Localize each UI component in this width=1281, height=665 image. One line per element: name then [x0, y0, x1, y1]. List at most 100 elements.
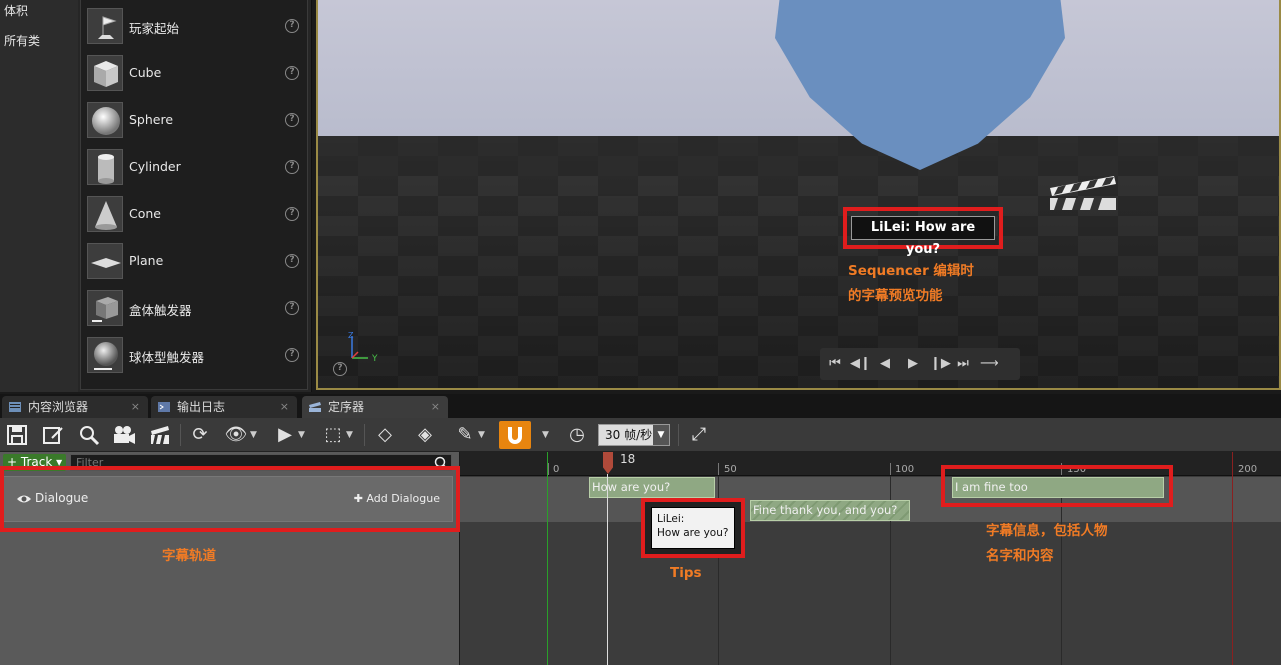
asset-sphere[interactable]: Sphere ? [81, 98, 307, 145]
asset-list: 玩家起始 ? Cube ? Sphere ? Cylinder ? Cone ?… [80, 0, 308, 390]
search-icon[interactable] [76, 422, 102, 448]
tab-content-browser[interactable]: 内容浏览器 × [2, 396, 148, 418]
chevron-down-icon[interactable]: ▼ [346, 422, 356, 448]
section-highlight-box [941, 465, 1173, 507]
save-as-icon[interactable] [40, 422, 66, 448]
render-movie-icon[interactable] [147, 422, 173, 448]
grid-line [718, 452, 719, 665]
playback-start-line [547, 452, 548, 665]
visibility-icon[interactable]: 👁 [223, 422, 249, 448]
clock-icon[interactable]: ◷ [564, 422, 590, 448]
tooltip-line-2: How are you? [657, 527, 729, 539]
toolbar-separator [180, 424, 181, 446]
asset-label: 球体型触发器 [129, 350, 205, 365]
axis-gizmo: Z Y [346, 330, 386, 366]
step-back-icon[interactable]: ◀❙ [850, 356, 871, 372]
transport-controls: ⏮ ◀❙ ◀ ▶ ❙▶ ⏭ ⟶ [820, 348, 1020, 380]
dialogue-section[interactable]: Fine thank you, and you? [750, 500, 910, 521]
playhead-line [607, 474, 608, 665]
tooltip-line-1: LiLei: [657, 513, 685, 525]
tab-output-log[interactable]: 输出日志 × [151, 396, 297, 418]
save-icon[interactable] [4, 422, 30, 448]
curve-editor-icon[interactable]: ⤢ [686, 422, 712, 448]
tick-label: 100 [895, 464, 915, 475]
chevron-down-icon[interactable]: ▼ [478, 422, 488, 448]
help-icon[interactable]: ? [285, 348, 299, 362]
track-annotation: 字幕轨道 [162, 548, 216, 564]
level-viewport[interactable]: LiLei: How are you? Sequencer 编辑时 的字幕预览功… [316, 0, 1281, 390]
selection-icon[interactable]: ⬚ [320, 422, 346, 448]
asset-label: Cylinder [129, 159, 181, 174]
help-icon[interactable]: ? [285, 160, 299, 174]
axis-z-label: Z [348, 331, 354, 340]
help-icon[interactable]: ? [285, 301, 299, 315]
tick [718, 463, 719, 475]
chevron-down-icon[interactable]: ▼ [298, 422, 308, 448]
loop-icon[interactable]: ⟶ [980, 356, 999, 372]
help-icon[interactable]: ? [285, 19, 299, 33]
asset-player-start[interactable]: 玩家起始 ? [81, 4, 307, 51]
edit-tool-icon[interactable]: ✎ [452, 422, 478, 448]
viewport-help-icon[interactable]: ? [333, 362, 347, 376]
camera-icon[interactable] [111, 422, 137, 448]
sequencer-icon [309, 402, 321, 412]
chevron-down-icon[interactable]: ▼ [542, 422, 552, 448]
frame-rate-select[interactable]: 30 帧/秒 ▼ [598, 424, 670, 446]
subtitle-preview-highlight: LiLei: How are you? [843, 207, 1003, 257]
step-forward-icon[interactable]: ❙▶ [930, 356, 951, 372]
tick-label: 200 [1238, 464, 1258, 475]
empty-lane-area [460, 522, 1281, 665]
category-volumes[interactable]: 体积 [4, 2, 28, 19]
help-icon[interactable]: ? [285, 113, 299, 127]
sphere-trigger-icon [87, 337, 123, 373]
asset-box-trigger[interactable]: 盒体触发器 ? [81, 286, 307, 333]
help-icon[interactable]: ? [285, 254, 299, 268]
asset-cylinder[interactable]: Cylinder ? [81, 145, 307, 192]
asset-label: Plane [129, 253, 164, 268]
asset-label: 玩家起始 [129, 21, 180, 36]
jump-to-end-icon[interactable]: ⏭ [954, 356, 972, 372]
tab-sequencer[interactable]: 定序器 × [302, 396, 448, 418]
asset-label: Cube [129, 65, 162, 80]
refresh-icon[interactable]: ⟳ [187, 422, 213, 448]
play-reverse-icon[interactable]: ◀ [876, 356, 894, 372]
clapperboard-icon[interactable] [1048, 174, 1118, 214]
asset-sphere-trigger[interactable]: 球体型触发器 ? [81, 333, 307, 380]
tick [890, 463, 891, 475]
grid-line [890, 452, 891, 665]
playback-icon[interactable]: ▶ [272, 422, 298, 448]
tab-label: 内容浏览器 [28, 400, 89, 414]
output-log-icon [158, 402, 170, 412]
toolbar-separator [678, 424, 679, 446]
key-all-icon[interactable]: ◈ [412, 422, 438, 448]
toolbar-separator [364, 424, 365, 446]
sequencer-toolbar: ⟳ 👁 ▼ ▶ ▼ ⬚ ▼ ◇ ◈ ✎ ▼ ▼ ◷ 30 帧/秒 ▼ ⤢ [0, 418, 1281, 452]
chevron-down-icon[interactable]: ▼ [250, 422, 260, 448]
category-all-classes[interactable]: 所有类 [4, 32, 40, 49]
asset-cube[interactable]: Cube ? [81, 51, 307, 98]
axis-y-label: Y [371, 354, 378, 364]
asset-label: Cone [129, 206, 161, 221]
play-icon[interactable]: ▶ [904, 356, 922, 372]
cylinder-icon [87, 149, 123, 185]
asset-cone[interactable]: Cone ? [81, 192, 307, 239]
key-icon[interactable]: ◇ [372, 422, 398, 448]
tab-label: 定序器 [328, 400, 365, 414]
asset-plane[interactable]: Plane ? [81, 239, 307, 286]
close-icon[interactable]: × [131, 396, 140, 418]
help-icon[interactable]: ? [285, 207, 299, 221]
plane-icon [87, 243, 123, 279]
sphere-icon [87, 102, 123, 138]
playback-end-line [1232, 452, 1233, 665]
tab-bar: 内容浏览器 × 输出日志 × 定序器 × [0, 394, 1281, 418]
help-icon[interactable]: ? [285, 66, 299, 80]
cone-icon [87, 196, 123, 232]
box-trigger-icon [87, 290, 123, 326]
info-annotation-line-1: 字幕信息，包括人物 [986, 523, 1108, 539]
close-icon[interactable]: × [280, 396, 289, 418]
close-icon[interactable]: × [431, 396, 440, 418]
tip-highlight-box: LiLei: How are you? [641, 498, 745, 558]
snap-toggle-button[interactable] [499, 421, 531, 449]
jump-to-start-icon[interactable]: ⏮ [826, 356, 844, 372]
preview-annotation-line-2: 的字幕预览功能 [848, 288, 943, 304]
